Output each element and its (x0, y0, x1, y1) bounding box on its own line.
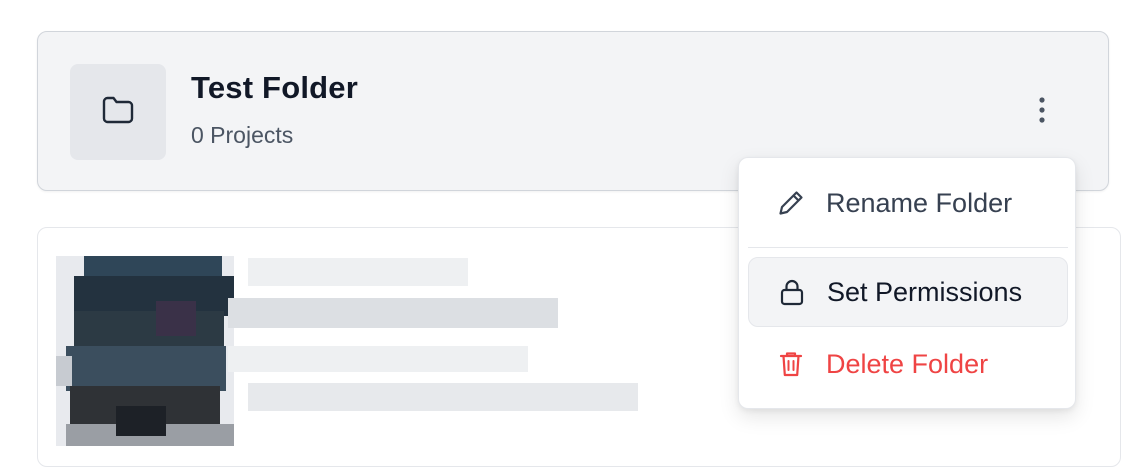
folder-project-count: 0 Projects (191, 122, 294, 148)
delete-folder-label: Delete Folder (826, 348, 989, 379)
lock-icon (775, 275, 809, 309)
pencil-icon (774, 186, 808, 220)
set-permissions-label: Set Permissions (827, 276, 1023, 307)
folder-icon-container (70, 64, 166, 160)
delete-folder-menu-item[interactable]: Delete Folder (748, 329, 1068, 399)
folder-title[interactable]: Test Folder (191, 70, 358, 106)
folder-icon (101, 95, 135, 130)
project-text-obscured (248, 258, 468, 286)
rename-folder-menu-item[interactable]: Rename Folder (748, 168, 1068, 238)
project-thumbnail[interactable] (56, 256, 234, 446)
folder-menu-button[interactable] (1030, 94, 1054, 130)
trash-icon (774, 347, 808, 381)
set-permissions-menu-item[interactable]: Set Permissions (748, 257, 1068, 327)
folder-actions-menu: Rename Folder Set Permissions Delete Fol… (738, 157, 1076, 409)
rename-folder-label: Rename Folder (826, 187, 1013, 218)
project-text-obscured (228, 346, 528, 372)
menu-divider (748, 247, 1068, 248)
project-text-obscured (248, 383, 638, 411)
kebab-icon (1038, 96, 1046, 129)
project-text-obscured (228, 298, 558, 328)
